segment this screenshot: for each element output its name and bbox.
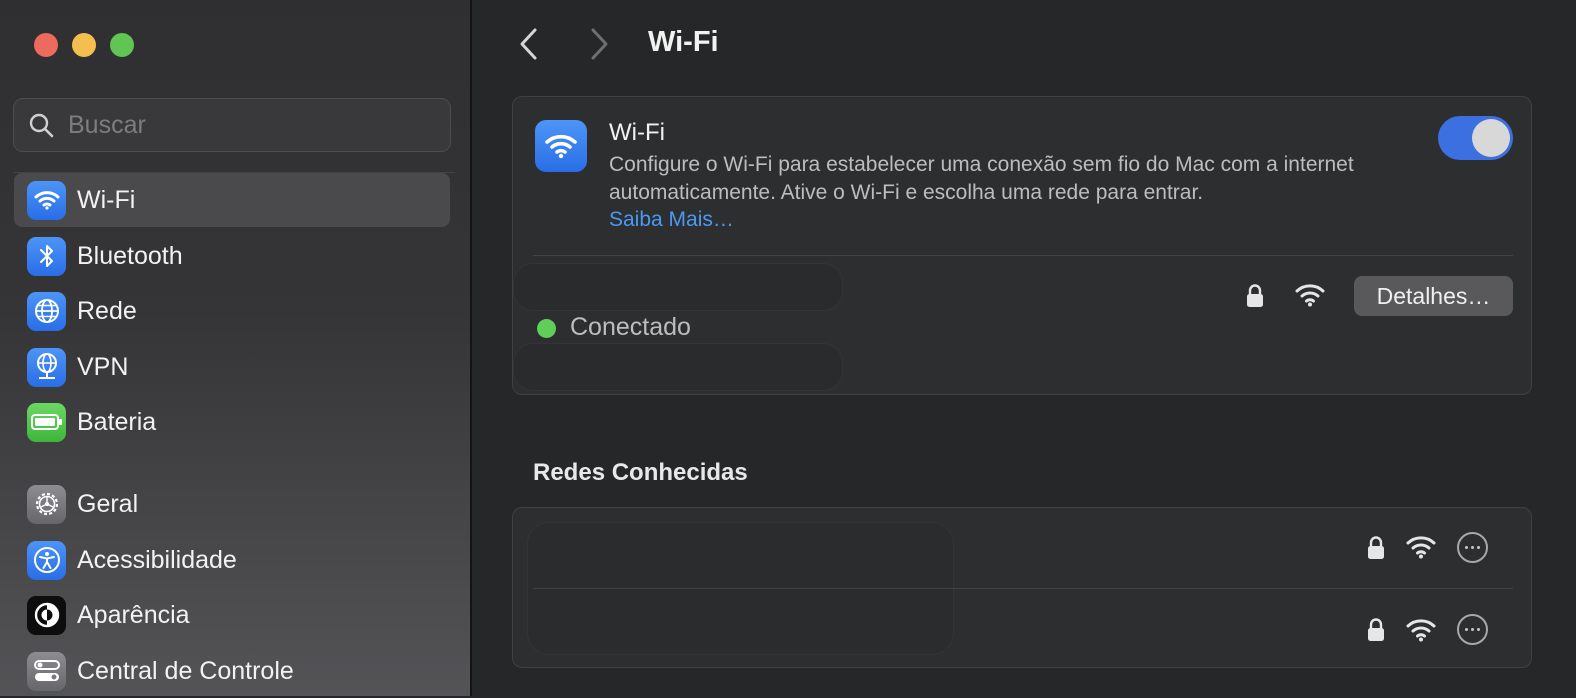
- wifi-description: Configure o Wi-Fi para estabelecer uma c…: [609, 153, 1354, 204]
- wifi-icon: [535, 120, 587, 172]
- card-divider: [533, 255, 1513, 256]
- lock-icon: [1365, 617, 1387, 648]
- known-networks-title: Redes Conhecidas: [533, 459, 748, 486]
- wifi-toggle[interactable]: [1438, 116, 1513, 160]
- page-title: Wi-Fi: [648, 26, 719, 58]
- close-window-button[interactable]: [34, 33, 58, 57]
- more-options-button[interactable]: [1457, 532, 1488, 563]
- sidebar-item-label: Wi-Fi: [77, 185, 136, 214]
- appearance-icon: [27, 595, 66, 635]
- connection-status: Conectado: [570, 313, 691, 341]
- bluetooth-icon: [27, 236, 66, 276]
- sidebar-item-battery[interactable]: Bateria: [14, 395, 450, 449]
- details-button[interactable]: Detalhes…: [1354, 276, 1513, 316]
- window-controls: [34, 33, 134, 57]
- sidebar-item-label: Bateria: [77, 407, 157, 436]
- sidebar-item-general[interactable]: Geral: [14, 477, 450, 531]
- sidebar-item-wifi[interactable]: Wi-Fi: [14, 173, 450, 227]
- wifi-signal-icon: [1405, 618, 1437, 647]
- search-icon: [29, 113, 54, 138]
- sidebar-item-bluetooth[interactable]: Bluetooth: [14, 229, 450, 283]
- sidebar-item-accessibility[interactable]: Acessibilidade: [14, 533, 450, 587]
- sidebar: Wi-Fi Bluetooth Rede: [0, 0, 472, 696]
- known-networks-card: [512, 507, 1532, 668]
- control-center-icon: [27, 651, 66, 691]
- learn-more-link[interactable]: Saiba Mais…: [609, 208, 734, 232]
- accessibility-icon: [27, 540, 66, 580]
- sidebar-item-appearance[interactable]: Aparência: [14, 588, 450, 642]
- redacted-network-info: [513, 343, 843, 391]
- sidebar-item-label: Aparência: [77, 600, 190, 629]
- sidebar-item-label: Geral: [77, 489, 139, 518]
- sidebar-item-network[interactable]: Rede: [14, 284, 450, 338]
- chevron-left-icon: [520, 28, 537, 60]
- search-input[interactable]: [66, 109, 410, 141]
- search-field[interactable]: [13, 98, 451, 152]
- more-options-button[interactable]: [1457, 614, 1488, 645]
- wifi-heading: Wi-Fi: [609, 119, 665, 146]
- wifi-signal-icon: [1294, 283, 1326, 312]
- sidebar-item-control-center[interactable]: Central de Controle: [14, 644, 450, 698]
- sidebar-item-vpn[interactable]: VPN: [14, 340, 450, 394]
- minimize-window-button[interactable]: [72, 33, 96, 57]
- wifi-signal-icon: [1405, 535, 1437, 564]
- wifi-settings-card: Wi-Fi Configure o Wi-Fi para estabelecer…: [512, 96, 1532, 395]
- lock-icon: [1244, 283, 1266, 314]
- sidebar-item-label: Rede: [77, 296, 137, 325]
- sidebar-item-label: Acessibilidade: [77, 545, 237, 574]
- redacted-network-name: [513, 263, 843, 311]
- forward-button[interactable]: [588, 27, 610, 66]
- battery-icon: [27, 402, 66, 442]
- zoom-window-button[interactable]: [110, 33, 134, 57]
- toggle-knob: [1472, 119, 1510, 157]
- connected-status-dot: [537, 319, 556, 338]
- sidebar-item-label: VPN: [77, 352, 129, 381]
- globe-icon: [27, 291, 66, 331]
- back-button[interactable]: [518, 27, 540, 66]
- vpn-globe-icon: [27, 347, 66, 387]
- sidebar-item-label: Bluetooth: [77, 241, 183, 270]
- chevron-right-icon: [591, 28, 608, 60]
- sidebar-item-label: Central de Controle: [77, 656, 294, 685]
- gear-icon: [27, 484, 66, 524]
- lock-icon: [1365, 535, 1387, 566]
- row-divider: [533, 588, 1513, 589]
- wifi-icon: [27, 180, 66, 220]
